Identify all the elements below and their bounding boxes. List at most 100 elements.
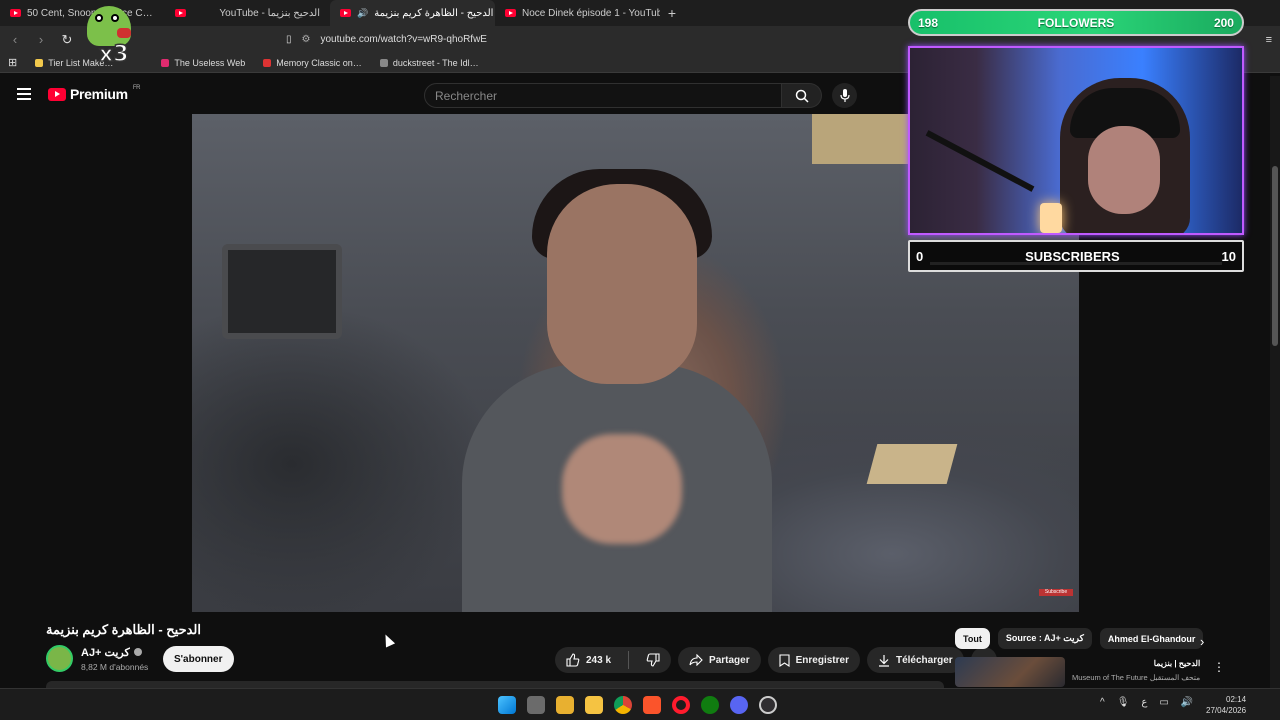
windows-taskbar: ^ 🎙 ع ▭ 🔊 02:14 27/04/2026 <box>0 688 1280 720</box>
reload-icon[interactable]: ↻ <box>60 32 74 48</box>
bookmark-useless-web[interactable]: The Useless Web <box>161 58 245 68</box>
download-label: Télécharger <box>895 654 953 666</box>
chip-ahmed[interactable]: Ahmed El-Ghandour <box>1099 628 1204 649</box>
tab-current-video[interactable]: 🔊 الدحيح - الظاهرة كريم بنزيمة - ✕ <box>330 0 495 26</box>
bookmark-label: Memory Classic on… <box>276 57 362 68</box>
bookmark-memory-classic[interactable]: Memory Classic on… <box>263 58 362 68</box>
subscribers-track <box>930 262 1222 265</box>
search-input[interactable] <box>435 88 781 103</box>
subscribe-watermark[interactable]: Subscribe <box>1039 589 1073 596</box>
tab-noce-dinek[interactable]: Noce Dinek épisode 1 - YouTube <box>495 0 660 26</box>
emote-multiplier: x3 <box>98 41 129 68</box>
share-button[interactable]: Partager <box>678 647 761 673</box>
chip-source[interactable]: Source : AJ+ كريت <box>997 628 1092 649</box>
youtube-icon <box>10 9 21 17</box>
tier-list-icon <box>35 58 44 67</box>
youtube-logo-icon <box>48 87 66 101</box>
video-person-hand <box>562 434 682 544</box>
video-title: الدحيح - الظاهرة كريم بنزيمة <box>46 622 202 637</box>
bookmark-icon[interactable]: ▯ <box>286 34 292 45</box>
video-actions: 243 k Partager Enregistrer Télécharger •… <box>555 647 997 673</box>
page-scrollbar[interactable] <box>1270 76 1280 688</box>
bookmark-label: duckstreet - The Idl… <box>392 57 479 68</box>
useless-web-icon <box>161 58 170 67</box>
volume-icon[interactable]: 🔊 <box>1181 697 1193 708</box>
input-language[interactable]: ع <box>1141 697 1147 708</box>
task-view-icon[interactable] <box>527 696 545 714</box>
file-explorer-icon[interactable] <box>585 696 603 714</box>
subscriber-count: 8,82 M d'abonnés <box>81 661 149 672</box>
subscribe-button[interactable]: S'abonner <box>163 646 234 672</box>
more-vertical-icon[interactable]: ⋮ <box>1213 660 1225 674</box>
video-tv-detail <box>222 244 342 339</box>
recommended-channel: Museum of The Future متحف المستقبل <box>1072 673 1201 682</box>
network-icon[interactable]: ▭ <box>1159 697 1168 708</box>
subscribers-current: 0 <box>916 248 924 264</box>
youtube-icon <box>505 9 516 17</box>
chevron-right-icon[interactable]: › <box>1200 634 1204 649</box>
share-label: Partager <box>709 654 750 666</box>
dislike-button[interactable] <box>635 647 671 673</box>
voice-search-button[interactable] <box>832 83 857 108</box>
channel-avatar[interactable] <box>46 645 73 672</box>
download-button[interactable]: Télécharger <box>866 647 964 673</box>
bookmark-save-icon <box>779 653 790 667</box>
url-text[interactable]: youtube.com/watch?v=wR9-qhoRfwE <box>320 34 486 45</box>
new-tab-button[interactable]: + <box>660 5 684 21</box>
chrome-icon[interactable] <box>614 696 632 714</box>
recommended-video[interactable]: الدحيح | بنزيما Museum of The Future متح… <box>955 657 1221 687</box>
tray-chevron-up-icon[interactable]: ^ <box>1100 697 1105 708</box>
site-info-icon[interactable]: ⚙ <box>302 34 311 45</box>
memory-classic-icon <box>263 58 272 67</box>
recommended-title[interactable]: الدحيح | بنزيما <box>1072 659 1200 668</box>
forward-icon[interactable]: › <box>34 32 48 47</box>
tab-youtube-benzema[interactable]: YouTube - الدحيح بنزيما <box>165 0 330 26</box>
mouse-cursor-icon <box>380 632 396 648</box>
apps-grid-icon[interactable]: ⊞ <box>8 56 17 69</box>
taskbar-clock[interactable]: 02:14 27/04/2026 <box>1206 694 1246 716</box>
subscribers-goal: 10 <box>1221 248 1236 264</box>
followers-current: 198 <box>918 15 939 30</box>
bookmark-duckstreet[interactable]: duckstreet - The Idl… <box>379 57 479 68</box>
taskbar-apps <box>498 696 777 714</box>
like-button[interactable]: 243 k <box>555 647 622 673</box>
speaker-icon[interactable]: 🔊 <box>357 8 368 19</box>
followers-goal: 200 <box>1213 15 1234 30</box>
video-book-detail <box>866 444 958 484</box>
opera-icon[interactable] <box>672 696 690 714</box>
verified-icon <box>133 648 142 656</box>
download-icon <box>878 654 889 667</box>
tab-label: Noce Dinek épisode 1 - YouTube <box>522 7 660 19</box>
clock-date: 27/04/2026 <box>1206 706 1247 715</box>
chip-all[interactable]: Tout <box>955 628 990 649</box>
logo-text: Premium <box>70 86 128 102</box>
search-button[interactable] <box>782 83 822 108</box>
back-icon[interactable]: ‹ <box>8 32 22 47</box>
like-separator <box>628 651 630 669</box>
thumbs-up-icon <box>566 653 580 667</box>
bookmark-label: The Useless Web <box>174 57 246 68</box>
hamburger-menu-icon[interactable] <box>17 88 31 100</box>
tray-microphone-icon[interactable]: 🎙 <box>1117 697 1130 708</box>
browser-menu-icon[interactable]: ≡ <box>1266 34 1272 46</box>
channel-name-row[interactable]: AJ+ كريت <box>81 646 148 659</box>
search-bar <box>424 83 822 108</box>
store-icon[interactable] <box>556 696 574 714</box>
subscribers-goal-bar: 0 SUBSCRIBERS 10 <box>908 240 1244 272</box>
youtube-premium-logo[interactable]: Premium FR <box>48 85 141 102</box>
obs-icon[interactable] <box>759 696 777 714</box>
microphone-icon <box>839 88 850 102</box>
brave-icon[interactable] <box>643 696 661 714</box>
tab-label: الدحيح - الظاهرة كريم بنزيمة - <box>374 7 495 19</box>
xbox-icon[interactable] <box>701 696 719 714</box>
channel-name[interactable]: AJ+ كريت <box>81 646 130 659</box>
scrollbar-thumb[interactable] <box>1272 166 1278 346</box>
tab-50-cent[interactable]: 50 Cent, Snoop D… Ice C… <box>0 0 165 26</box>
save-button[interactable]: Enregistrer <box>767 647 860 673</box>
recommended-thumbnail[interactable] <box>955 657 1065 687</box>
tab-label: YouTube - الدحيح بنزيما <box>219 7 320 19</box>
discord-icon[interactable] <box>730 696 748 714</box>
windows-start-icon[interactable] <box>498 696 516 714</box>
frog-accessory <box>117 28 131 38</box>
save-label: Enregistrer <box>795 654 849 666</box>
